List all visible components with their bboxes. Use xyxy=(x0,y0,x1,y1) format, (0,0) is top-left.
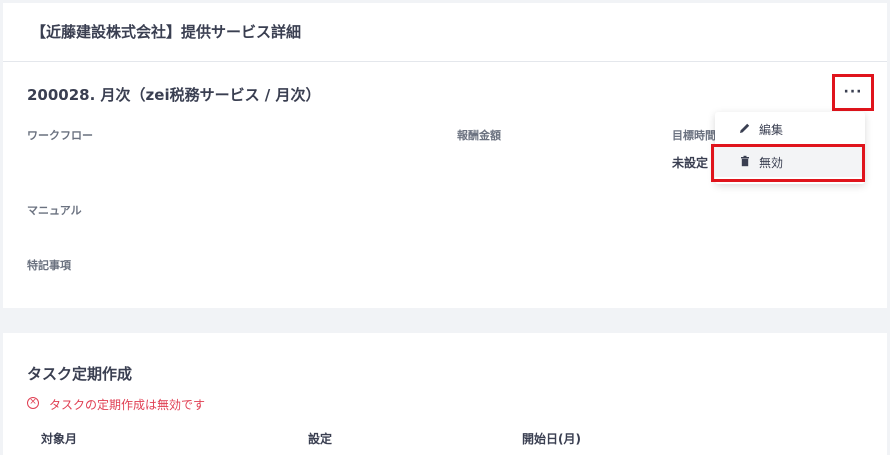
menu-item-edit-label: 編集 xyxy=(759,123,784,137)
menu-item-disable-label: 無効 xyxy=(759,156,784,170)
card-header: 【近藤建設株式会社】提供サービス詳細 xyxy=(3,3,887,62)
service-title: 200028. 月次（zei税務サービス / 月次） xyxy=(27,86,321,104)
manual-label: マニュアル xyxy=(27,204,82,217)
ellipsis-icon: ··· xyxy=(843,84,863,100)
page-title: 【近藤建設株式会社】提供サービス詳細 xyxy=(31,23,302,41)
error-text: タスクの定期作成は無効です xyxy=(49,398,206,412)
section-title: タスク定期作成 xyxy=(27,365,133,383)
fee-label: 報酬金額 xyxy=(457,129,501,142)
menu-item-disable[interactable]: 無効 xyxy=(715,147,865,177)
task-schedule-card: タスク定期作成 × タスクの定期作成は無効です 対象月 設定 開始日(月) xyxy=(3,333,887,455)
target-time-value: 未設定 xyxy=(672,156,709,170)
trash-icon xyxy=(741,155,749,167)
target-time-label: 目標時間 xyxy=(672,129,716,142)
workflow-label: ワークフロー xyxy=(27,129,93,142)
column-header-target-month: 対象月 xyxy=(41,432,78,446)
notes-label: 特記事項 xyxy=(27,259,71,272)
column-header-start-day: 開始日(月) xyxy=(522,432,581,446)
column-header-setting: 設定 xyxy=(308,432,333,446)
circle-x-icon: × xyxy=(27,397,39,409)
pencil-icon xyxy=(740,123,750,133)
menu-item-edit[interactable]: 編集 xyxy=(715,114,865,144)
actions-dropdown-menu: 編集 無効 xyxy=(715,112,865,184)
more-actions-button[interactable]: ··· xyxy=(832,74,874,111)
